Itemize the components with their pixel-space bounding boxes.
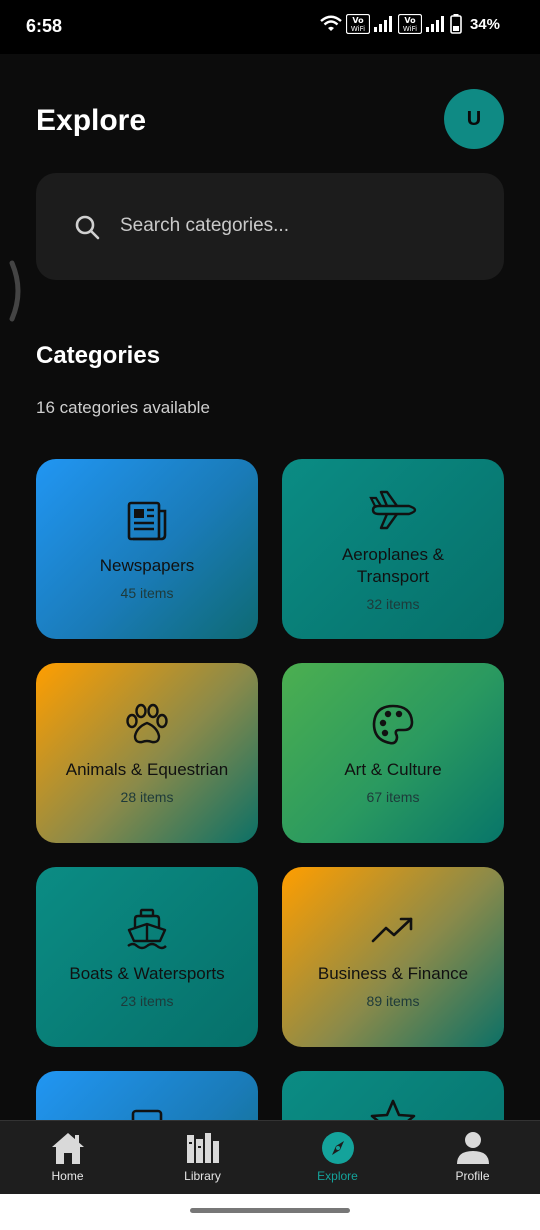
home-gesture-bar[interactable]: [190, 1208, 350, 1213]
nav-home[interactable]: Home: [0, 1121, 135, 1195]
nav-label: Home: [51, 1169, 84, 1183]
battery-icon: [450, 14, 462, 34]
page-title: Explore: [36, 104, 147, 137]
category-card-boats[interactable]: Boats & Watersports 23 items: [36, 867, 258, 1047]
newspaper-icon: [123, 497, 171, 545]
category-name: Business & Finance: [317, 964, 469, 983]
category-count: 67 items: [366, 789, 420, 805]
category-count: 23 items: [120, 993, 174, 1009]
person-icon: [456, 1132, 489, 1164]
svg-text:Vo: Vo: [352, 16, 364, 25]
category-count: 32 items: [366, 596, 420, 612]
category-count: 28 items: [120, 789, 174, 805]
avatar[interactable]: U: [444, 89, 504, 149]
search-placeholder: Search categories...: [120, 215, 289, 236]
star-icon: [369, 1097, 417, 1120]
library-icon: [186, 1133, 219, 1163]
vowifi-icon-2: Vo WiFi: [397, 14, 422, 34]
svg-text:WiFi: WiFi: [351, 25, 365, 33]
document-icon: [123, 1105, 171, 1120]
category-name: Newspapers: [99, 556, 195, 575]
compass-icon: [321, 1132, 354, 1164]
category-card-8[interactable]: [282, 1071, 504, 1120]
svg-text:WiFi: WiFi: [403, 25, 417, 33]
vowifi-icon: Vo WiFi: [345, 14, 370, 34]
signal-icon: [373, 16, 392, 32]
signal-icon-2: [425, 16, 444, 32]
explore-screen: Explore U Search categories... Categorie…: [0, 54, 540, 1120]
ship-icon: [123, 905, 171, 953]
category-name: Art & Culture: [344, 760, 442, 779]
wifi-icon: [320, 15, 342, 31]
nav-profile[interactable]: Profile: [405, 1121, 540, 1195]
category-name: Boats & Watersports: [69, 964, 225, 983]
category-card-animals[interactable]: Animals & Equestrian 28 items: [36, 663, 258, 843]
svg-text:Vo: Vo: [404, 16, 416, 25]
nav-label: Profile: [455, 1169, 490, 1183]
category-card-newspapers[interactable]: Newspapers 45 items: [36, 459, 258, 639]
categories-count: 16 categories available: [36, 398, 210, 417]
status-time: 6:58: [26, 16, 63, 36]
bottom-navigation: Home Library Explore Profile: [0, 1120, 540, 1194]
category-card-art[interactable]: Art & Culture 67 items: [282, 663, 504, 843]
category-card-aeroplanes[interactable]: Aeroplanes & Transport 32 items: [282, 459, 504, 639]
home-icon: [51, 1133, 84, 1164]
battery-percentage: 34%: [469, 15, 500, 33]
gesture-area: [0, 1194, 540, 1230]
category-card-7[interactable]: [36, 1071, 258, 1120]
airplane-icon: [369, 486, 417, 534]
nav-label: Explore: [317, 1169, 358, 1183]
search-icon: [75, 215, 100, 240]
category-count: 45 items: [120, 585, 174, 601]
edge-swipe-handle[interactable]: [8, 259, 26, 323]
category-name: Animals & Equestrian: [65, 760, 229, 779]
category-count: 89 items: [366, 993, 420, 1009]
search-input[interactable]: Search categories...: [36, 173, 504, 280]
nav-label: Library: [184, 1169, 221, 1183]
status-icons: Vo WiFi Vo WiFi 34%: [320, 14, 500, 34]
section-title: Categories: [36, 342, 161, 369]
status-bar: 6:58 Vo WiFi Vo WiFi 34%: [0, 0, 540, 54]
nav-explore[interactable]: Explore: [270, 1121, 405, 1195]
category-name: Aeroplanes & Transport: [341, 545, 445, 586]
paw-icon: [123, 701, 171, 749]
category-card-business[interactable]: Business & Finance 89 items: [282, 867, 504, 1047]
palette-icon: [369, 701, 417, 749]
trending-up-icon: [369, 905, 417, 953]
nav-library[interactable]: Library: [135, 1121, 270, 1195]
